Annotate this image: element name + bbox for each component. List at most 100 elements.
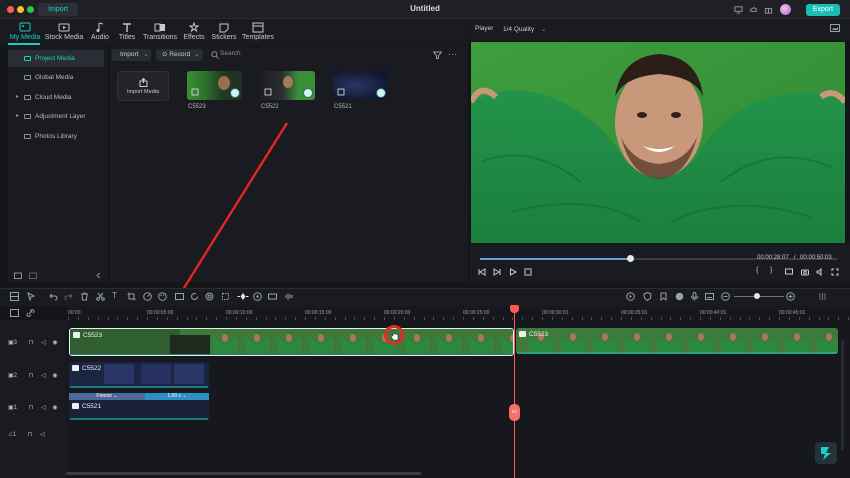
render-icon[interactable] (626, 292, 635, 301)
sidebar-item-adjustment-layer[interactable]: ▸ Adjustment Layer (8, 108, 104, 125)
next-frame-icon[interactable] (493, 268, 501, 276)
sidebar-item-global-media[interactable]: Global Media (8, 69, 104, 86)
audio-stretch-icon[interactable] (268, 292, 277, 301)
adjust-icon[interactable] (675, 292, 684, 301)
tab-templates[interactable]: Templates (236, 22, 280, 44)
mark-in-icon[interactable]: { (756, 267, 758, 274)
undo-icon[interactable] (49, 292, 58, 301)
eye-icon[interactable]: ◉ (52, 340, 57, 346)
link-icon[interactable] (26, 309, 35, 317)
media-thumbnail-c5522[interactable] (260, 71, 315, 100)
avatar[interactable] (780, 4, 791, 15)
chevron-right-icon[interactable]: ▸ (16, 89, 19, 106)
delete-icon[interactable] (80, 292, 89, 301)
split-icon[interactable] (96, 292, 105, 301)
fullscreen-icon[interactable] (831, 268, 839, 276)
media-thumbnail-c5521[interactable] (333, 71, 388, 100)
playhead-handle[interactable] (510, 305, 519, 313)
eye-icon[interactable]: ◉ (52, 405, 57, 411)
freeze-frame-icon[interactable] (175, 292, 184, 301)
new-folder-icon[interactable] (14, 272, 22, 279)
freeze-frame-dropdown[interactable]: Freeze ⌄ (69, 393, 145, 400)
mute-icon[interactable]: ◁ (41, 340, 46, 346)
time-separator: / (794, 255, 796, 261)
playhead-split-knob[interactable]: ✂ (509, 404, 520, 421)
timeline-ruler[interactable] (66, 306, 850, 320)
mask-icon[interactable] (205, 292, 214, 301)
media-thumbnail-c5523[interactable] (187, 71, 242, 100)
chevron-right-icon[interactable]: ▸ (16, 108, 19, 125)
speed-dropdown[interactable]: 1.00 x ⌄ (145, 393, 209, 400)
waveform-icon[interactable] (285, 292, 294, 301)
monitor-icon[interactable] (734, 5, 743, 14)
lock-icon[interactable]: ⊓ (28, 432, 33, 438)
timeline-vertical-scrollbar[interactable] (841, 340, 844, 450)
import-dropdown[interactable]: Import ⌄ (112, 49, 151, 61)
add-track-icon[interactable] (10, 309, 19, 317)
folder-icon[interactable] (29, 272, 37, 279)
shield-icon[interactable] (643, 292, 652, 301)
grid-icon[interactable] (818, 292, 827, 301)
display-icon[interactable] (785, 268, 793, 276)
record-dropdown-label: Record (169, 51, 191, 58)
marker-icon[interactable] (659, 292, 668, 301)
text-tool-icon[interactable]: T (112, 291, 117, 300)
tab-my-media[interactable]: My Media (3, 22, 47, 44)
ai-tool-icon[interactable] (253, 292, 262, 301)
sidebar-item-label: Photos Library (35, 133, 77, 140)
playhead-line[interactable] (514, 306, 515, 478)
ruler-time-label: 00:00:10:00 (226, 310, 253, 316)
filter-icon[interactable] (433, 51, 442, 59)
more-options-icon[interactable]: ··· (448, 49, 457, 59)
mark-out-icon[interactable]: } (770, 267, 772, 274)
timeline-clip-c5522[interactable]: C5522 (69, 362, 209, 388)
lock-icon[interactable]: ⊓ (29, 340, 34, 346)
mute-icon[interactable]: ◁ (41, 405, 46, 411)
search-input[interactable]: Search (220, 50, 241, 57)
stop-icon[interactable] (524, 268, 532, 276)
subtitle-icon[interactable] (705, 292, 714, 301)
rotate-icon[interactable] (190, 292, 199, 301)
timeline-clip-c5523-continuation[interactable]: C5523 (516, 328, 838, 354)
crop-icon[interactable] (127, 292, 136, 301)
snapshot-icon[interactable] (830, 24, 840, 32)
camera-icon[interactable] (801, 268, 809, 276)
timeline-horizontal-scrollbar[interactable] (66, 472, 421, 475)
volume-icon[interactable] (816, 268, 824, 276)
sidebar-item-project-media[interactable]: Project Media (8, 50, 104, 67)
import-media-tile[interactable]: Import Media (117, 71, 169, 101)
sidebar-item-label: Global Media (35, 74, 74, 81)
sidebar-item-cloud-media[interactable]: ▸ Cloud Media (8, 89, 104, 106)
export-button[interactable]: Export (806, 4, 840, 16)
cloud-icon[interactable] (749, 5, 758, 14)
sidebar-item-photos-library[interactable]: Photos Library (8, 128, 104, 145)
collapse-icon[interactable] (95, 272, 102, 279)
playback-progress-handle[interactable] (626, 255, 634, 262)
play-icon[interactable] (509, 268, 517, 276)
zoom-slider-handle[interactable] (754, 293, 760, 299)
color-icon[interactable] (158, 292, 167, 301)
speed-icon[interactable] (143, 292, 152, 301)
keyframe-icon[interactable] (237, 292, 249, 301)
ruler-time-label: 00:00:30:01 (542, 310, 569, 316)
transform-icon[interactable] (221, 292, 230, 301)
mute-icon[interactable]: ◁ (40, 432, 45, 438)
layout-icon[interactable] (10, 292, 19, 301)
timeline-clip-c5523-selected[interactable]: C5523 (69, 328, 514, 356)
gift-icon[interactable] (764, 5, 773, 14)
lock-icon[interactable]: ⊓ (29, 373, 34, 379)
select-tool-icon[interactable] (27, 292, 36, 301)
mute-icon[interactable]: ◁ (41, 373, 46, 379)
previous-frame-icon[interactable] (478, 268, 486, 276)
video-clip-icon (73, 332, 80, 339)
preview-video[interactable] (471, 42, 845, 243)
record-dropdown[interactable]: ⊙ Record ⌄ (156, 49, 203, 61)
lock-icon[interactable]: ⊓ (29, 405, 34, 411)
zoom-out-icon[interactable] (721, 292, 730, 301)
mic-icon[interactable] (690, 292, 699, 301)
quality-dropdown[interactable]: 1/4 Quality ⌄ (503, 25, 546, 33)
redo-icon[interactable] (64, 292, 73, 301)
eye-icon[interactable]: ◉ (52, 373, 57, 379)
folder-icon (24, 95, 31, 100)
zoom-in-icon[interactable] (786, 292, 795, 301)
